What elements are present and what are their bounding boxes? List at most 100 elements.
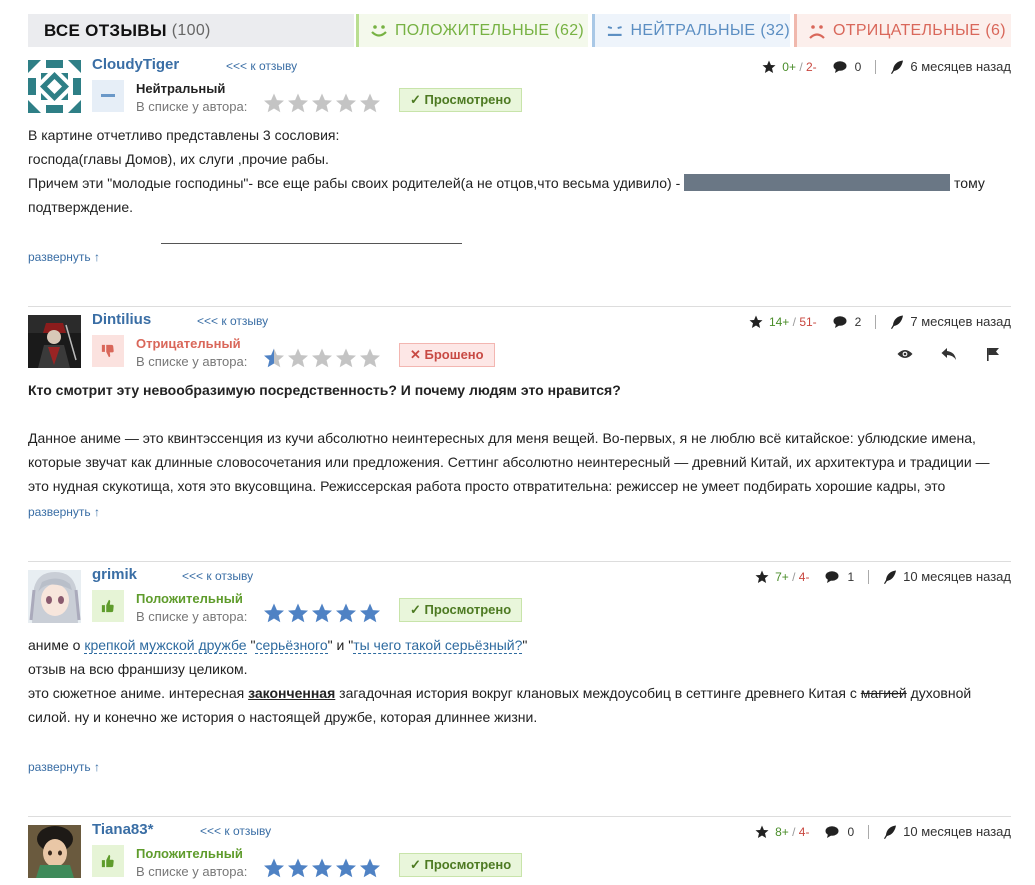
verdict-badge <box>92 80 124 112</box>
review-heading: Кто смотрит эту невообразимую посредстве… <box>28 382 621 398</box>
review-text: аниме о крепкой мужской дружбе "серьёзно… <box>28 633 1011 729</box>
tab-all-reviews[interactable]: ВСЕ ОТЗЫВЫ (100) <box>28 14 354 47</box>
flag-icon[interactable] <box>985 347 1001 361</box>
tab-label: ПОЛОЖИТЕЛЬНЫЕ <box>395 21 550 39</box>
avatar[interactable] <box>28 825 81 878</box>
rating-star <box>360 93 380 113</box>
tab-count: (100) <box>171 21 211 39</box>
minus-icon <box>101 94 115 97</box>
smile-icon <box>371 24 387 37</box>
rating-stars <box>263 92 381 114</box>
rating-stars <box>263 857 381 879</box>
to-review-link[interactable]: <<< к отзыву <box>197 314 268 328</box>
tag-link[interactable]: крепкой мужской дружбе <box>84 637 247 654</box>
review-date: 10 месяцев назад <box>903 569 1011 584</box>
status-badge: ✓ Просмотрено <box>399 853 523 877</box>
verdict-label: Отрицательный <box>136 336 241 351</box>
review-actions <box>897 347 1001 361</box>
verdict-badge <box>92 845 124 877</box>
review-text: В картине отчетливо представлены 3 сосло… <box>28 123 1011 219</box>
rating-star <box>336 603 356 623</box>
rating-star <box>360 603 380 623</box>
thumbs-down-icon <box>101 344 114 358</box>
reply-icon[interactable] <box>941 347 957 361</box>
review-filter-tabs: ВСЕ ОТЗЫВЫ (100) ПОЛОЖИТЕЛЬНЫЕ (62) НЕЙТ… <box>28 14 1011 47</box>
tab-label: НЕЙТРАЛЬНЫЕ <box>630 21 756 39</box>
thumbs-up-icon <box>101 599 114 613</box>
avatar[interactable] <box>28 570 81 623</box>
comments-count: 2 <box>854 314 862 329</box>
comments-count: 1 <box>847 569 855 584</box>
review-line: В картине отчетливо представлены 3 сосло… <box>28 127 340 143</box>
review-line: господа(главы Домов), их слуги ,прочие р… <box>28 151 329 167</box>
rating-stars <box>263 602 381 624</box>
to-review-link[interactable]: <<< к отзыву <box>182 569 253 583</box>
star-icon[interactable] <box>755 570 769 584</box>
spoiler-block[interactable] <box>684 174 951 191</box>
rating-star <box>360 858 380 878</box>
review-line: Данное аниме — это квинтэссенция из кучи… <box>28 430 976 446</box>
verdict-label: Положительный <box>136 846 243 861</box>
review-line: это нудная скукотища, хотя это вкусовщин… <box>28 478 946 494</box>
to-review-link[interactable]: <<< к отзыву <box>226 59 297 73</box>
to-review-link[interactable]: <<< к отзыву <box>200 824 271 838</box>
author-name[interactable]: Tiana83* <box>92 821 153 838</box>
tab-label: ВСЕ ОТЗЫВЫ <box>44 20 167 40</box>
tab-neutral-reviews[interactable]: НЕЙТРАЛЬНЫЕ (32) <box>592 14 790 47</box>
votes-plus: 8+ <box>775 824 789 839</box>
votes-minus: 2- <box>806 59 817 74</box>
verdict-badge <box>92 590 124 622</box>
tag-link[interactable]: серьёзного <box>255 637 328 654</box>
star-icon[interactable] <box>755 825 769 839</box>
avatar[interactable] <box>28 315 81 368</box>
author-name[interactable]: Dintilius <box>92 311 151 328</box>
quill-icon <box>891 60 904 74</box>
review-meta: 14+ / 51- 2 7 месяцев назад <box>749 314 1011 329</box>
expand-link[interactable]: развернуть ↑ <box>28 505 100 519</box>
review-separator <box>28 561 1011 562</box>
expand-link[interactable]: развернуть ↑ <box>28 250 100 264</box>
neutral-face-icon <box>607 25 622 36</box>
tab-negative-reviews[interactable]: ОТРИЦАТЕЛЬНЫЕ (6) <box>794 14 1011 47</box>
review-card: Dintilius <<< к отзыву Отрицательный В с… <box>28 311 1011 545</box>
review-meta: 7+ / 4- 1 10 месяцев назад <box>755 569 1011 584</box>
author-name[interactable]: grimik <box>92 566 137 583</box>
rating-star <box>288 858 308 878</box>
in-list-label: В списке у автора: <box>136 609 248 624</box>
expand-link[interactable]: развернуть ↑ <box>28 760 100 774</box>
comments-icon[interactable] <box>833 60 849 74</box>
eye-icon[interactable] <box>897 347 913 361</box>
verdict-label: Нейтральный <box>136 81 226 96</box>
review-card: CloudyTiger <<< к отзыву Нейтральный В с… <box>28 56 1011 290</box>
review-meta: 8+ / 4- 0 10 месяцев назад <box>755 824 1011 839</box>
votes-minus: 4- <box>798 824 810 839</box>
status-badge: ✓ Просмотрено <box>399 598 523 622</box>
star-icon[interactable] <box>749 315 763 329</box>
in-list-label: В списке у автора: <box>136 99 248 114</box>
quill-icon <box>884 825 897 839</box>
divider <box>161 243 462 244</box>
comments-icon[interactable] <box>833 315 849 329</box>
comments-icon[interactable] <box>825 570 841 584</box>
review-line: отзыв на всю франшизу целиком. <box>28 661 248 677</box>
verdict-label: Положительный <box>136 591 243 606</box>
tab-label: ОТРИЦАТЕЛЬНЫЕ <box>833 21 981 39</box>
sad-face-icon <box>809 24 825 39</box>
star-icon[interactable] <box>762 60 776 74</box>
tab-positive-reviews[interactable]: ПОЛОЖИТЕЛЬНЫЕ (62) <box>356 14 588 47</box>
author-name[interactable]: CloudyTiger <box>92 56 179 73</box>
tag-link[interactable]: ты чего такой серьёзный? <box>353 637 523 654</box>
rating-star <box>264 348 284 368</box>
quill-icon <box>891 315 904 329</box>
in-list-label: В списке у автора: <box>136 864 248 879</box>
avatar[interactable] <box>28 60 81 113</box>
rating-star <box>264 603 284 623</box>
tab-count: (62) <box>554 21 585 39</box>
review-card: Tiana83* <<< к отзыву Положительный В сп… <box>28 821 1011 885</box>
review-card: grimik <<< к отзыву Положительный В спис… <box>28 566 1011 800</box>
review-line: это сюжетное аниме. интересная законченн… <box>28 685 972 701</box>
in-list-label: В списке у автора: <box>136 354 248 369</box>
comments-icon[interactable] <box>825 825 841 839</box>
rating-star <box>312 603 332 623</box>
tab-count: (32) <box>760 21 790 39</box>
